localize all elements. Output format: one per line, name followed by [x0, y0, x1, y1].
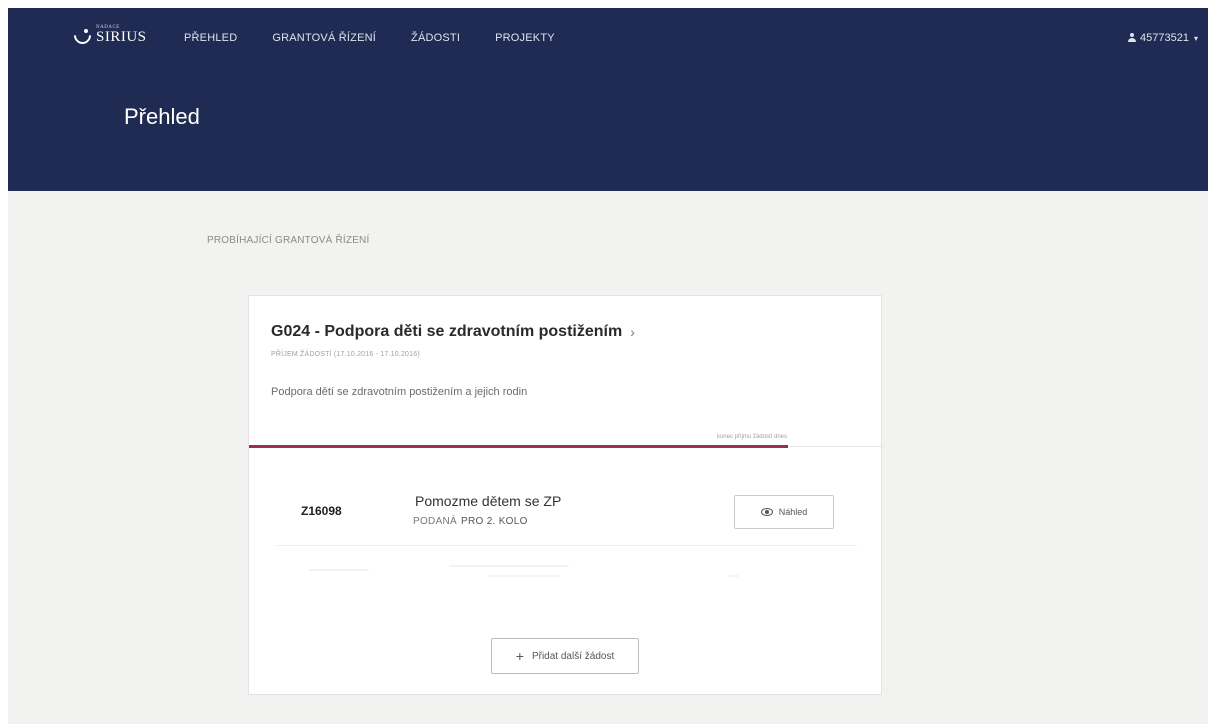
logo-text: NADACE SIRIUS	[96, 25, 147, 45]
header: NADACE SIRIUS PŘEHLED GRANTOVÁ ŘÍZENÍ ŽÁ…	[8, 8, 1208, 191]
logo-name: SIRIUS	[96, 29, 147, 45]
eye-icon	[760, 508, 773, 516]
deadline-note: konec příjmu žádostí dnes	[716, 434, 787, 440]
app-frame: NADACE SIRIUS PŘEHLED GRANTOVÁ ŘÍZENÍ ŽÁ…	[8, 8, 1208, 724]
status-label: PODANÁ	[413, 516, 458, 527]
section-label: PROBÍHAJÍCÍ GRANTOVÁ ŘÍZENÍ	[207, 235, 370, 246]
user-icon	[1127, 33, 1137, 43]
status-detail: PRO 2. KOLO	[461, 516, 528, 527]
application-row: Z16098 Pomozme dětem se ZP PODANÁ PRO 2. …	[277, 471, 857, 546]
logo-icon	[74, 29, 90, 41]
nav-item-grantova-rizeni[interactable]: GRANTOVÁ ŘÍZENÍ	[272, 32, 376, 44]
add-application-button[interactable]: + Přidat další žádost	[491, 638, 639, 674]
placeholder-row	[309, 561, 809, 591]
nav-item-prehled[interactable]: PŘEHLED	[184, 32, 237, 44]
nav-item-projekty[interactable]: PROJEKTY	[495, 32, 555, 44]
application-id: Z16098	[301, 504, 342, 518]
main-nav: PŘEHLED GRANTOVÁ ŘÍZENÍ ŽÁDOSTI PROJEKTY	[184, 32, 590, 44]
add-application-label: Přidat další žádost	[531, 650, 615, 662]
caret-down-icon: ▾	[1193, 33, 1198, 43]
grant-title: G024 - Podpora děti se zdravotním postiž…	[271, 323, 623, 340]
progress-fill	[249, 445, 788, 448]
plus-icon: +	[515, 648, 524, 664]
application-status: PODANÁ PRO 2. KOLO	[413, 516, 528, 527]
grant-description: Podpora dětí se zdravotním postižením a …	[271, 386, 528, 398]
grant-subtitle: PŘÍJEM ŽÁDOSTÍ (17.10.2016 - 17.10.2016)	[271, 351, 420, 358]
user-menu[interactable]: 45773521 ▾	[1127, 32, 1198, 44]
page-title: Přehled	[124, 104, 200, 129]
grant-title-link[interactable]: G024 - Podpora děti se zdravotním postiž…	[271, 323, 635, 341]
preview-button[interactable]: Náhled	[734, 495, 834, 529]
application-name: Pomozme dětem se ZP	[415, 493, 562, 509]
preview-button-label: Náhled	[778, 507, 808, 517]
nav-item-zadosti[interactable]: ŽÁDOSTI	[411, 32, 460, 44]
chevron-right-icon: ›	[630, 324, 635, 340]
grant-card: G024 - Podpora děti se zdravotním postiž…	[248, 295, 883, 695]
logo[interactable]: NADACE SIRIUS	[74, 25, 147, 45]
user-id: 45773521	[1140, 32, 1189, 44]
